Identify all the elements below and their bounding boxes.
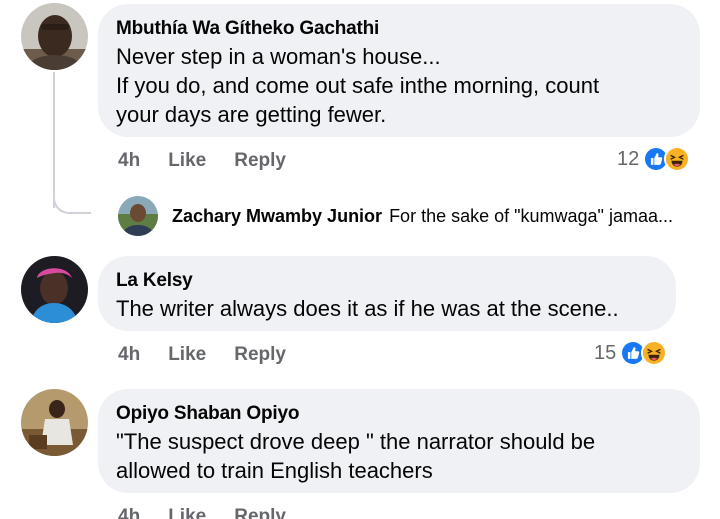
profile-photo — [21, 3, 88, 70]
thread-connector-line — [53, 72, 55, 208]
comment-text: The writer always does it as if he was a… — [116, 296, 619, 321]
reply-button[interactable]: Reply — [234, 506, 286, 519]
haha-icon — [664, 146, 691, 172]
reaction-summary[interactable]: 12 — [617, 144, 691, 174]
thread-connector-curve — [53, 192, 91, 214]
reaction-count: 12 — [617, 147, 640, 170]
haha-icon — [641, 340, 668, 366]
comment-author[interactable]: La Kelsy — [116, 268, 656, 294]
reply-button[interactable]: Reply — [234, 344, 286, 366]
reaction-summary[interactable]: 15 — [594, 338, 668, 368]
avatar[interactable] — [118, 196, 158, 236]
comment-actions: 4h Like Reply — [118, 503, 286, 519]
reply-button[interactable]: Reply — [234, 150, 286, 172]
comment-author[interactable]: Mbuthía Wa Gítheko Gachathi — [116, 16, 680, 42]
comment-author[interactable]: Opiyo Shaban Opiyo — [116, 401, 680, 427]
reply-preview[interactable]: Zachary Mwamby Junior For the sake of "k… — [118, 196, 673, 236]
reply-text: For the sake of "kumwaga" jamaa... — [389, 205, 673, 226]
comment-actions: 4h Like Reply — [118, 147, 286, 175]
comment-bubble: La Kelsy The writer always does it as if… — [98, 256, 676, 331]
comment-actions: 4h Like Reply — [118, 341, 286, 369]
comment-timestamp[interactable]: 4h — [118, 344, 140, 366]
avatar[interactable] — [21, 256, 88, 323]
profile-photo — [21, 256, 88, 323]
comment-timestamp[interactable]: 4h — [118, 506, 140, 519]
like-button[interactable]: Like — [168, 506, 206, 519]
comment-text: "The suspect drove deep " the narrator s… — [116, 429, 596, 483]
comment-text: Never step in a woman's house... If you … — [116, 44, 600, 127]
comment-timestamp[interactable]: 4h — [118, 150, 140, 172]
like-button[interactable]: Like — [168, 150, 206, 172]
comment-bubble: Mbuthía Wa Gítheko Gachathi Never step i… — [98, 4, 700, 137]
avatar[interactable] — [21, 389, 88, 456]
like-button[interactable]: Like — [168, 344, 206, 366]
profile-photo — [21, 389, 88, 456]
reaction-count: 15 — [594, 341, 617, 364]
profile-photo — [118, 196, 158, 236]
avatar[interactable] — [21, 3, 88, 70]
comment-bubble: Opiyo Shaban Opiyo "The suspect drove de… — [98, 389, 700, 493]
reply-author[interactable]: Zachary Mwamby Junior — [172, 206, 382, 227]
